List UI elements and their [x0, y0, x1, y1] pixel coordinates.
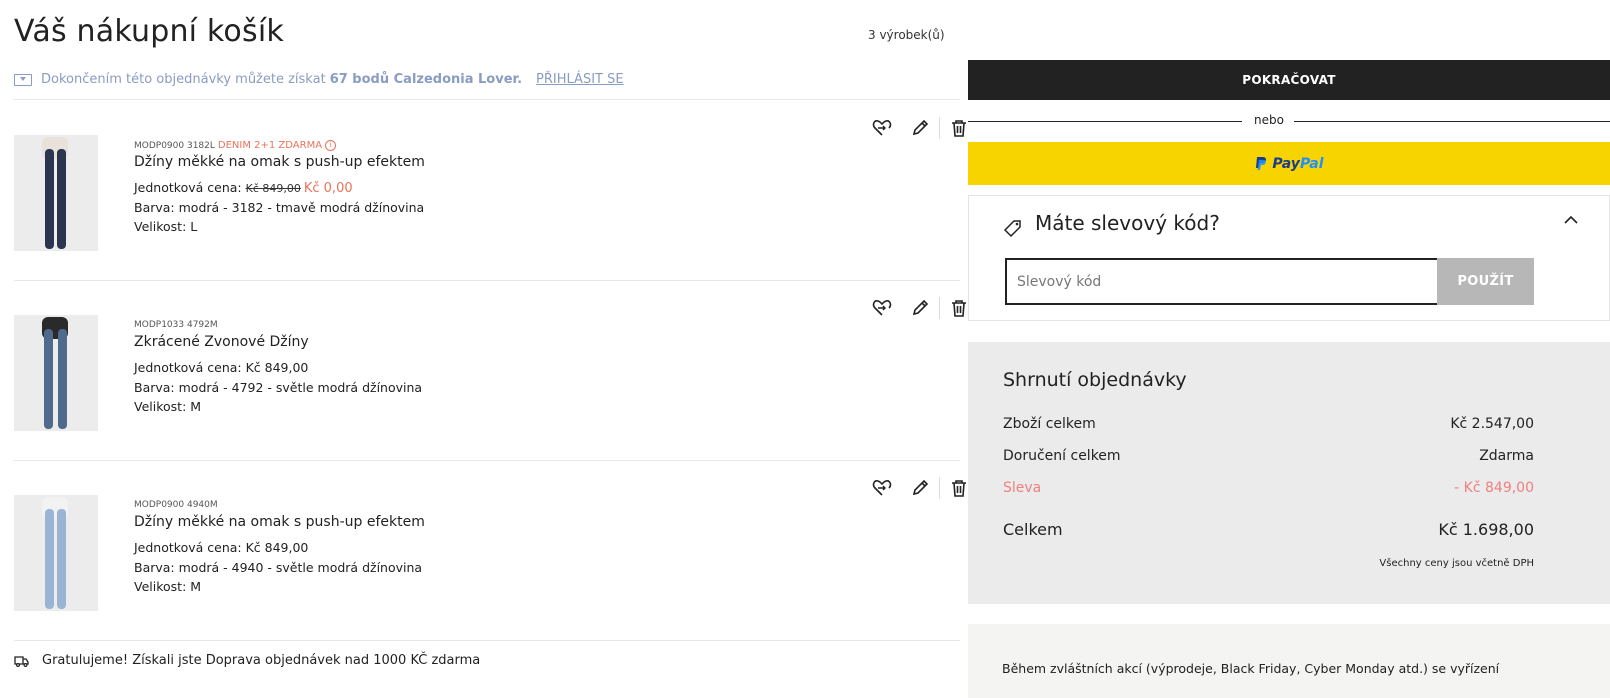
chevron-up-icon[interactable] — [1563, 214, 1579, 226]
item-actions — [871, 477, 970, 499]
product-name[interactable]: Džíny měkké na omak s push-up efektem — [134, 154, 425, 170]
product-color: Barva: modrá - 3182 - tmavě modrá džínov… — [134, 200, 425, 215]
promo-label: DENIM 2+1 ZDARMA — [217, 140, 323, 151]
trash-icon[interactable] — [948, 118, 970, 138]
login-link[interactable]: PŘIHLÁSIT SE — [536, 72, 624, 87]
item-actions — [871, 297, 970, 319]
product-size: Velikost: M — [134, 399, 202, 414]
product-image[interactable] — [14, 135, 98, 251]
truck-icon — [14, 655, 29, 667]
divider — [14, 640, 960, 641]
heart-card-icon — [14, 73, 32, 86]
summary-title: Shrnutí objednávky — [1003, 369, 1187, 391]
info-icon[interactable]: i — [325, 140, 337, 151]
coupon-title[interactable]: Máte slevový kód? — [1035, 211, 1220, 235]
cart-item: MODP1033 4792M Zkrácené Zvonové Džíny Je… — [14, 282, 966, 462]
heart-move-icon[interactable] — [871, 478, 893, 498]
product-code: MODP1033 4792M — [134, 320, 218, 330]
jeans-leg-left — [45, 149, 54, 249]
item-actions — [871, 117, 970, 139]
or-separator: nebo — [968, 113, 1610, 129]
item-count: 3 výrobek(ů) — [868, 28, 945, 42]
jeans-leg-right — [57, 149, 66, 249]
shipping-message: Gratulujeme! Získali jste Doprava objedn… — [14, 653, 480, 668]
heart-move-icon[interactable] — [871, 298, 893, 318]
apply-coupon-button[interactable]: POUŽÍT — [1437, 258, 1534, 305]
shipping-text: Gratulujeme! Získali jste Doprava objedn… — [42, 653, 481, 668]
product-name[interactable]: Zkrácené Zvonové Džíny — [134, 334, 309, 350]
product-image[interactable] — [14, 315, 98, 431]
coupon-input[interactable] — [1005, 258, 1438, 305]
divider — [14, 460, 960, 461]
loyalty-points: 67 bodů Calzedonia Lover. — [329, 72, 523, 87]
paypal-button[interactable]: PayPal — [968, 142, 1610, 185]
old-price: Kč 849,00 — [245, 182, 301, 195]
edit-pencil-icon[interactable] — [909, 298, 931, 318]
page-title: Váš nákupní košík — [14, 14, 284, 49]
discounted-price: Kč 0,00 — [303, 181, 353, 196]
product-name[interactable]: Džíny měkké na omak s push-up efektem — [134, 514, 425, 530]
jeans-leg-left — [45, 509, 54, 609]
product-size: Velikost: M — [134, 579, 202, 594]
cart-item: MODP0900 3182L DENIM 2+1 ZDARMA i Džíny mě… — [14, 102, 966, 282]
continue-button[interactable]: POKRAČOVAT — [968, 60, 1610, 100]
vat-note: Všechny ceny jsou včetně DPH — [1379, 558, 1534, 569]
heart-move-icon[interactable] — [871, 118, 893, 138]
paypal-pay-text: Pay — [1272, 155, 1300, 172]
divider — [14, 99, 960, 100]
edit-pencil-icon[interactable] — [909, 478, 931, 498]
notice-text: Během zvláštních akcí (výprodeje, Black … — [1002, 661, 1500, 676]
product-image[interactable] — [14, 495, 98, 611]
trash-icon[interactable] — [948, 478, 970, 498]
loyalty-text: Dokončením této objednávky můžete získat — [41, 72, 326, 87]
coupon-panel: Máte slevový kód? POUŽÍT — [968, 195, 1610, 321]
unit-price: Jednotková cena: Kč 849,00 — [134, 360, 309, 375]
jeans-leg-left — [44, 329, 53, 429]
tag-icon — [1003, 220, 1021, 238]
jeans-leg-right — [58, 329, 67, 429]
edit-pencil-icon[interactable] — [909, 118, 931, 138]
product-color: Barva: modrá - 4792 - světle modrá džíno… — [134, 380, 423, 395]
special-events-notice: Během zvláštních akcí (výprodeje, Black … — [968, 624, 1610, 698]
unit-price: Jednotková cena: Kč 849,00 — [134, 540, 309, 555]
order-summary: Shrnutí objednávky Zboží celkem Kč 2.547,… — [968, 342, 1610, 604]
product-code: MODP0900 4940M — [134, 500, 218, 510]
trash-icon[interactable] — [948, 298, 970, 318]
paypal-pal-text: Pal — [1299, 155, 1324, 172]
unit-price: Jednotková cena: Kč 849,00 Kč 0,00 — [134, 180, 353, 196]
cart-item: MODP0900 4940M Džíny měkké na omak s pus… — [14, 462, 966, 642]
product-size: Velikost: L — [134, 219, 198, 234]
jeans-leg-right — [57, 509, 66, 609]
divider — [14, 280, 960, 281]
product-color: Barva: modrá - 4940 - světle modrá džíno… — [134, 560, 423, 575]
loyalty-banner: Dokončením této objednávky můžete získat… — [14, 72, 624, 87]
product-code: MODP0900 3182L DENIM 2+1 ZDARMA i — [134, 140, 337, 151]
paypal-logo-icon — [1256, 156, 1267, 170]
